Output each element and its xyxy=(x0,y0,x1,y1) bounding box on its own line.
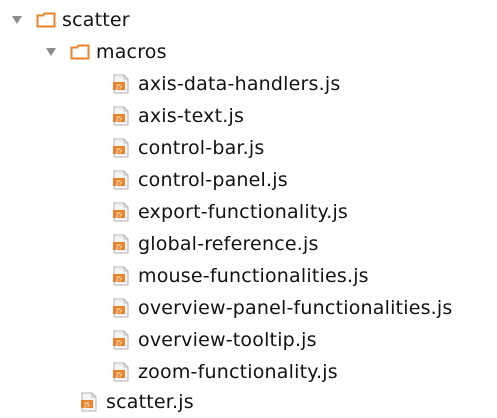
expand-triangle-icon[interactable] xyxy=(44,45,58,59)
tree-file-item[interactable]: JS axis-data-handlers.js xyxy=(112,68,340,100)
tree-file-label: scatter.js xyxy=(106,391,194,413)
tree-file-item[interactable]: JS overview-panel-functionalities.js xyxy=(112,292,453,324)
tree-file-label: zoom-functionality.js xyxy=(138,361,338,383)
tree-file-item[interactable]: JS axis-text.js xyxy=(112,100,244,132)
js-file-icon: JS xyxy=(112,362,130,382)
tree-file-label: axis-data-handlers.js xyxy=(138,73,341,95)
tree-file-label: mouse-functionalities.js xyxy=(138,265,369,287)
svg-text:JS: JS xyxy=(115,244,122,251)
tree-folder-scatter[interactable]: scatter xyxy=(10,4,130,36)
tree-file-label: control-panel.js xyxy=(138,169,288,191)
js-file-icon: JS xyxy=(112,138,130,158)
tree-file-label: axis-text.js xyxy=(138,105,245,127)
js-file-icon: JS xyxy=(112,266,130,286)
js-file-icon: JS xyxy=(112,330,130,350)
js-file-icon: JS xyxy=(80,392,98,412)
tree-file-item[interactable]: JS scatter.js xyxy=(80,386,194,418)
tree-file-item[interactable]: JS global-reference.js xyxy=(112,228,319,260)
svg-text:JS: JS xyxy=(115,84,122,91)
expand-triangle-icon[interactable] xyxy=(10,13,24,27)
tree-file-item[interactable]: JS export-functionality.js xyxy=(112,196,348,228)
tree-file-label: overview-panel-functionalities.js xyxy=(138,297,453,319)
tree-folder-label: scatter xyxy=(62,9,130,31)
tree-file-item[interactable]: JS zoom-functionality.js xyxy=(112,356,338,388)
js-file-icon: JS xyxy=(112,170,130,190)
tree-file-item[interactable]: JS overview-tooltip.js xyxy=(112,324,317,356)
tree-file-label: control-bar.js xyxy=(138,137,265,159)
svg-text:JS: JS xyxy=(115,276,122,283)
svg-text:JS: JS xyxy=(115,308,122,315)
js-file-icon: JS xyxy=(112,106,130,126)
svg-text:JS: JS xyxy=(115,180,122,187)
tree-file-label: export-functionality.js xyxy=(138,201,349,223)
svg-text:JS: JS xyxy=(115,148,122,155)
svg-text:JS: JS xyxy=(115,372,122,379)
js-file-icon: JS xyxy=(112,74,130,94)
svg-text:JS: JS xyxy=(115,212,122,219)
project-tree: scatter macros JS axis-data-handlers.js xyxy=(0,0,497,417)
tree-file-item[interactable]: JS mouse-functionalities.js xyxy=(112,260,369,292)
js-file-icon: JS xyxy=(112,298,130,318)
js-file-icon: JS xyxy=(112,234,130,254)
tree-folder-macros[interactable]: macros xyxy=(44,36,167,68)
svg-text:JS: JS xyxy=(83,402,90,409)
tree-file-label: overview-tooltip.js xyxy=(138,329,317,351)
folder-icon xyxy=(70,44,90,60)
js-file-icon: JS xyxy=(112,202,130,222)
svg-text:JS: JS xyxy=(115,340,122,347)
svg-text:JS: JS xyxy=(115,116,122,123)
tree-file-item[interactable]: JS control-bar.js xyxy=(112,132,265,164)
folder-icon xyxy=(36,12,56,28)
tree-folder-label: macros xyxy=(96,41,167,63)
tree-file-item[interactable]: JS control-panel.js xyxy=(112,164,288,196)
tree-file-label: global-reference.js xyxy=(138,233,319,255)
